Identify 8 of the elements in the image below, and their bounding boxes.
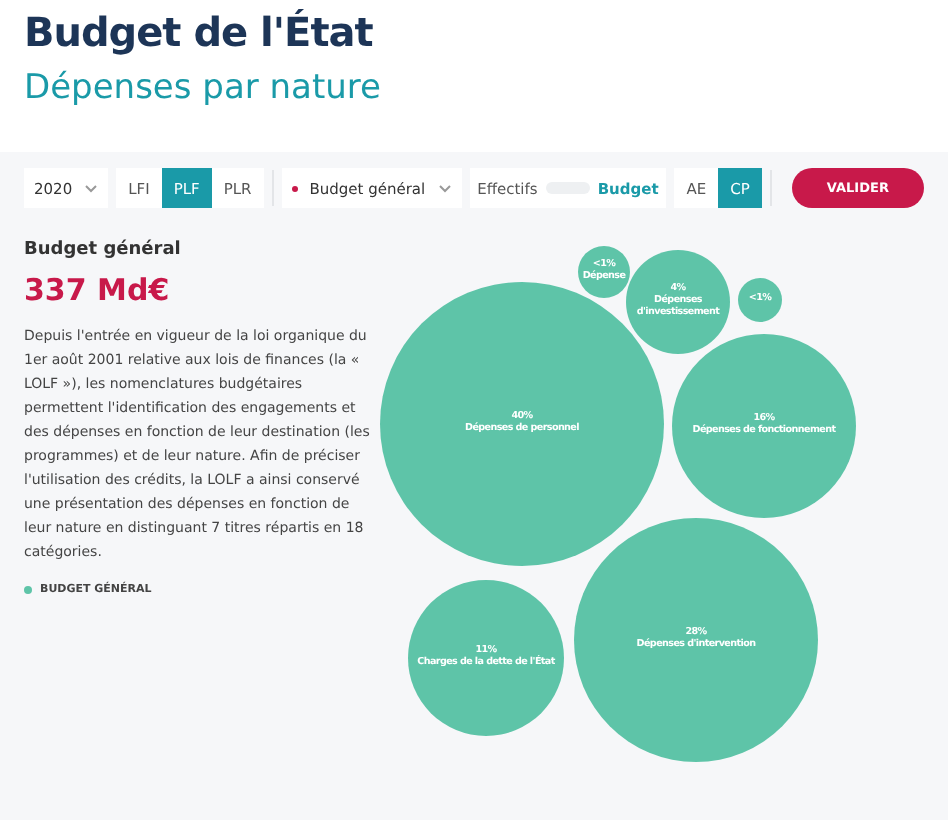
page-title: Budget de l'État <box>22 6 375 60</box>
chevron-icon <box>437 183 452 193</box>
total-amount: 337 Md€ <box>24 272 172 308</box>
panel-heading: Budget général <box>24 240 183 260</box>
dot-icon <box>291 185 298 191</box>
page-subtitle: Dépenses par nature <box>22 68 383 112</box>
legend-dot-icon <box>24 586 32 594</box>
chevron-icon <box>84 183 99 193</box>
